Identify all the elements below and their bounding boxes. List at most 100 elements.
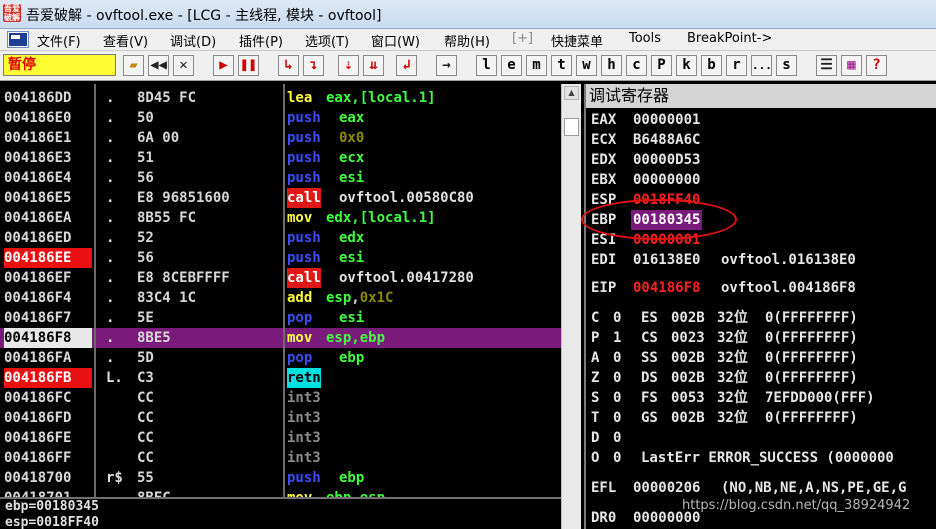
instruction-address[interactable]: 004186E4 — [4, 168, 92, 188]
register-row[interactable]: EAX 00000001 — [591, 110, 936, 130]
flag-row-d[interactable]: D0 — [591, 428, 936, 448]
trace-into-icon[interactable]: ⇣ — [338, 55, 359, 76]
instruction-address[interactable]: 004186E3 — [4, 148, 92, 168]
registers-header[interactable]: 调试寄存器 — [586, 84, 936, 108]
register-row[interactable]: EDI 016138E0 ovftool.016138E0 — [591, 250, 936, 270]
menu-plugins[interactable]: 插件(P) — [239, 31, 283, 50]
segment-row[interactable]: Z 0 DS 002B 32位 0(FFFFFFFF) — [591, 368, 936, 388]
menu-debug[interactable]: 调试(D) — [170, 31, 216, 50]
segment-row[interactable]: S 0 FS 0053 32位 7EFDD000(FFF) — [591, 388, 936, 408]
disasm-row[interactable]: 004186F4. 83C4 1C add esp,0x1C — [0, 288, 561, 308]
instruction-address[interactable]: 004186E1 — [4, 128, 92, 148]
register-value[interactable]: 0018FF40 — [633, 190, 700, 210]
flag-value[interactable]: 0 — [613, 388, 621, 408]
instruction-address[interactable]: 004186DD — [4, 88, 92, 108]
menu-shortcuts[interactable]: 快捷菜单 — [551, 31, 603, 50]
register-row-eip[interactable]: EIP 004186F8 ovftool.004186F8 — [591, 278, 936, 298]
disasm-row[interactable]: 004186FD CC int3 — [0, 408, 561, 428]
disassembly-scrollbar[interactable]: ▲ — [561, 84, 581, 529]
segment-selector[interactable]: 0023 — [671, 328, 705, 348]
segment-selector[interactable]: 002B — [671, 308, 705, 328]
menu-window[interactable]: 窗口(W) — [371, 31, 420, 50]
register-row[interactable]: EBX 00000000 — [591, 170, 936, 190]
register-row[interactable]: EDX 00000D53 — [591, 150, 936, 170]
instruction-address[interactable]: 004186F4 — [4, 288, 92, 308]
disasm-row[interactable]: 004186E4. 56 push esi — [0, 168, 561, 188]
disasm-row[interactable]: 004186FE CC int3 — [0, 428, 561, 448]
instruction-address[interactable]: 004186EE — [4, 248, 92, 268]
segment-row[interactable]: T 0 GS 002B 32位 0(FFFFFFFF) — [591, 408, 936, 428]
instruction-address[interactable]: 004186FC — [4, 388, 92, 408]
register-row[interactable]: EBP 00180345 — [591, 210, 936, 230]
register-value[interactable]: 00000D53 — [633, 150, 700, 170]
column-divider[interactable] — [94, 84, 96, 497]
register-row[interactable]: ESI 00000001 — [591, 230, 936, 250]
instruction-address[interactable]: 004186ED — [4, 228, 92, 248]
references-button[interactable]: r — [726, 55, 747, 76]
disasm-row[interactable]: 004186E0. 50 push eax — [0, 108, 561, 128]
pause-icon[interactable]: ❚❚ — [238, 55, 259, 76]
cpu-button[interactable]: c — [626, 55, 647, 76]
instruction-address[interactable]: 004186FA — [4, 348, 92, 368]
scroll-up-icon[interactable]: ▲ — [564, 86, 579, 100]
scroll-thumb[interactable] — [564, 118, 579, 136]
menu-plus[interactable]: [+] — [512, 31, 533, 46]
step-into-icon[interactable]: ↳ — [278, 55, 299, 76]
instruction-address[interactable]: 004186E5 — [4, 188, 92, 208]
patches-button[interactable]: P — [651, 55, 672, 76]
run-icon[interactable]: ▶ — [213, 55, 234, 76]
register-row-efl[interactable]: EFL 00000206 (NO,NB,NE,A,NS,PE,GE,G — [591, 478, 936, 498]
menu-view[interactable]: 查看(V) — [103, 31, 148, 50]
segment-selector[interactable]: 002B — [671, 408, 705, 428]
menu-file[interactable]: 文件(F) — [37, 31, 81, 50]
call-stack-button[interactable]: k — [676, 55, 697, 76]
flag-value[interactable]: 0 — [613, 428, 621, 448]
segment-selector[interactable]: 002B — [671, 348, 705, 368]
instruction-address[interactable]: 004186F7 — [4, 308, 92, 328]
instruction-address[interactable]: 00418701 — [4, 488, 92, 497]
flag-value[interactable]: 0 — [613, 408, 621, 428]
menu-options[interactable]: 选项(T) — [305, 31, 349, 50]
instruction-address[interactable]: 004186FB — [4, 368, 92, 388]
register-row[interactable]: ESP 0018FF40 — [591, 190, 936, 210]
step-over-icon[interactable]: ↴ — [303, 55, 324, 76]
segment-selector[interactable]: 0053 — [671, 388, 705, 408]
register-value[interactable]: 00180345 — [631, 210, 703, 230]
register-row[interactable]: ECX B6488A6C — [591, 130, 936, 150]
segment-row[interactable]: C 0 ES 002B 32位 0(FFFFFFFF) — [591, 308, 936, 328]
list-icon[interactable]: ☰ — [816, 55, 837, 76]
register-value[interactable]: 00000001 — [633, 110, 700, 130]
threads-button[interactable]: t — [551, 55, 572, 76]
palette-icon[interactable]: ▦ — [841, 55, 862, 76]
open-folder-icon[interactable]: ▰ — [123, 55, 144, 76]
registers-pane[interactable]: 调试寄存器 EAX 00000001 ECX B6488A6C EDX 00000D53 E… — [584, 84, 936, 529]
flag-value[interactable]: 1 — [613, 328, 621, 348]
segment-selector[interactable]: 002B — [671, 368, 705, 388]
register-value[interactable]: 00000001 — [633, 230, 700, 250]
disassembly-pane[interactable]: 004186DD. 8D45 FC lea eax,[local.1] 004186E0… — [0, 84, 561, 497]
register-value[interactable]: 016138E0 — [633, 250, 700, 270]
instruction-address[interactable]: 004186FF — [4, 448, 92, 468]
instruction-address[interactable]: 00418700 — [4, 468, 92, 488]
rewind-icon[interactable]: ◀◀ — [148, 55, 169, 76]
breakpoints-button[interactable]: b — [701, 55, 722, 76]
trace-over-icon[interactable]: ⇊ — [363, 55, 384, 76]
mdi-window-icon[interactable] — [7, 31, 29, 48]
menu-help[interactable]: 帮助(H) — [444, 31, 490, 50]
disasm-row[interactable]: 004186ED. 52 push edx — [0, 228, 561, 248]
disasm-row[interactable]: 004186EA. 8B55 FC mov edx,[local.1] — [0, 208, 561, 228]
source-button[interactable]: s — [776, 55, 797, 76]
disasm-row[interactable]: 004186F8. 8BE5 mov esp,ebp — [0, 328, 561, 348]
memory-map-button[interactable]: m — [526, 55, 547, 76]
register-value[interactable]: 00000000 — [633, 170, 700, 190]
instruction-address[interactable]: 004186EA — [4, 208, 92, 228]
instruction-address[interactable]: 004186F8 — [4, 328, 92, 348]
goto-icon[interactable]: → — [436, 55, 457, 76]
register-value[interactable]: 004186F8 — [633, 278, 700, 298]
disasm-row[interactable]: 00418701. 8BEC mov ebp,esp — [0, 488, 561, 497]
run-trace-button[interactable]: ... — [751, 55, 772, 76]
instruction-address[interactable]: 004186FD — [4, 408, 92, 428]
disasm-row[interactable]: 004186EE. 56 push esi — [0, 248, 561, 268]
disasm-row[interactable]: 004186DD. 8D45 FC lea eax,[local.1] — [0, 88, 561, 108]
log-window-button[interactable]: l — [476, 55, 497, 76]
